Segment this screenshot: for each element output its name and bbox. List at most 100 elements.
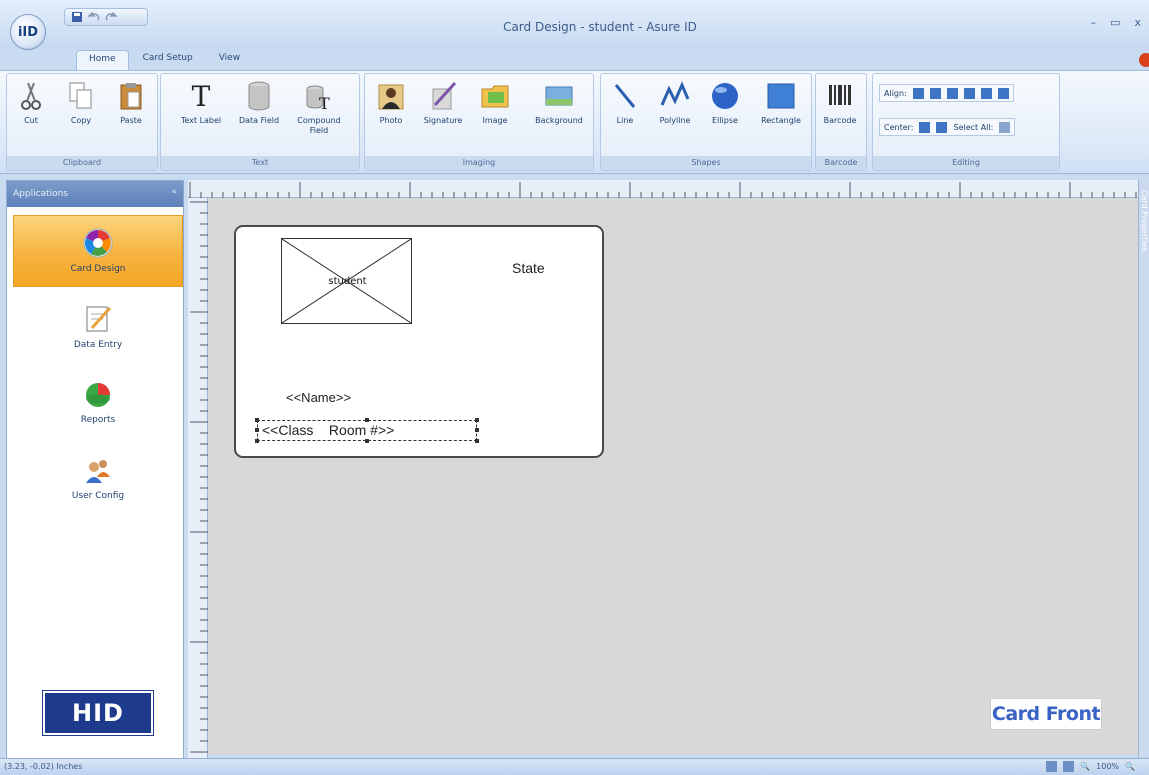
- rectangle-button[interactable]: Rectangle: [753, 80, 809, 126]
- cursor-coordinates[interactable]: (3.23, -0.02) Inches: [4, 762, 82, 771]
- align-top-icon[interactable]: [963, 87, 975, 99]
- text-label-label: Text Label: [180, 116, 222, 125]
- select-all-label[interactable]: Select All:: [953, 123, 993, 132]
- ribbon: Cut Copy Paste Clipboard T Text Label Da…: [0, 70, 1149, 174]
- nav-item-reports[interactable]: Reports: [13, 367, 183, 439]
- data-field-button[interactable]: Data Field: [237, 80, 281, 126]
- clipboard-group-label: Clipboard: [7, 156, 157, 170]
- status-bar: (3.23, -0.02) Inches 🔍 100% 🔍: [0, 758, 1149, 775]
- resize-handle[interactable]: [255, 428, 259, 432]
- cut-button[interactable]: Cut: [9, 80, 53, 126]
- card-front-indicator[interactable]: Card Front: [990, 698, 1102, 730]
- image-label: Image: [482, 116, 508, 125]
- collapse-panel-button[interactable]: «: [171, 187, 177, 197]
- resize-handle[interactable]: [365, 439, 369, 443]
- align-middle-icon[interactable]: [980, 87, 992, 99]
- align-left-icon[interactable]: [912, 87, 924, 99]
- person-photo-icon: [376, 80, 406, 112]
- id-card[interactable]: student State <<Name>> <<Class Room #>>: [234, 225, 604, 458]
- paste-button[interactable]: Paste: [109, 80, 153, 126]
- minimize-button[interactable]: –: [1091, 16, 1097, 29]
- ellipse-icon: [710, 80, 740, 112]
- vertical-ruler: [188, 198, 208, 758]
- close-button[interactable]: x: [1134, 16, 1141, 29]
- compound-field-label: Compound Field: [297, 116, 341, 135]
- ribbon-tabs: Home Card Setup View: [76, 50, 252, 70]
- applications-panel: Applications « Card Design Data Entry Re…: [6, 180, 184, 762]
- resize-handle[interactable]: [255, 418, 259, 422]
- panel-header: Applications: [7, 181, 183, 207]
- barcode-group-label: Barcode: [816, 156, 866, 170]
- paste-label: Paste: [120, 116, 142, 125]
- view-normal-icon[interactable]: [1046, 761, 1058, 772]
- card-properties-strip[interactable]: Card Properties: [1138, 180, 1149, 758]
- ellipse-label: Ellipse: [712, 116, 738, 125]
- maximize-button[interactable]: ▭: [1110, 16, 1120, 29]
- barcode-label: Barcode: [823, 116, 857, 125]
- text-group: T Text Label Data Field T Compound Field…: [160, 73, 360, 171]
- zoom-controls: 🔍 100% 🔍: [1046, 761, 1135, 772]
- barcode-group: Barcode Barcode: [815, 73, 867, 171]
- redo-icon[interactable]: [105, 11, 118, 23]
- undo-icon[interactable]: [87, 11, 100, 23]
- shapes-group-label: Shapes: [601, 156, 811, 170]
- text-label-button[interactable]: T Text Label: [179, 80, 223, 126]
- nav-label-reports: Reports: [80, 415, 116, 425]
- align-center-icon[interactable]: [929, 87, 941, 99]
- polyline-button[interactable]: Polyline: [653, 80, 697, 126]
- resize-handle[interactable]: [475, 418, 479, 422]
- line-icon: [610, 80, 640, 112]
- center-horizontal-icon[interactable]: [919, 121, 931, 133]
- ellipse-button[interactable]: Ellipse: [703, 80, 747, 126]
- barcode-icon: [825, 80, 855, 112]
- align-right-icon[interactable]: [946, 87, 958, 99]
- zoom-level[interactable]: 100%: [1096, 762, 1119, 771]
- barcode-button[interactable]: Barcode: [818, 80, 862, 126]
- svg-text:T: T: [319, 94, 330, 111]
- line-button[interactable]: Line: [603, 80, 647, 126]
- center-vertical-icon[interactable]: [936, 121, 948, 133]
- resize-handle[interactable]: [255, 439, 259, 443]
- card-properties-label: Card Properties: [1140, 190, 1149, 252]
- horizontal-ruler: [188, 180, 1138, 198]
- color-wheel-icon: [83, 228, 113, 258]
- select-all-icon[interactable]: [999, 121, 1011, 133]
- application-button[interactable]: iID: [10, 14, 46, 50]
- tab-view[interactable]: View: [207, 50, 252, 70]
- nav-label-data-entry: Data Entry: [73, 340, 123, 350]
- align-label: Align:: [884, 88, 907, 98]
- center-row: Center: Select All:: [879, 118, 1016, 136]
- nav-item-data-entry[interactable]: Data Entry: [13, 291, 183, 363]
- zoom-out-icon[interactable]: 🔍: [1080, 762, 1090, 771]
- tab-card-setup[interactable]: Card Setup: [131, 50, 205, 70]
- help-icon[interactable]: [1139, 53, 1149, 67]
- zoom-in-icon[interactable]: 🔍: [1125, 762, 1135, 771]
- background-icon: [544, 80, 574, 112]
- rectangle-label: Rectangle: [761, 116, 801, 125]
- compound-field-button[interactable]: T Compound Field: [297, 80, 341, 136]
- nav-label-card-design: Card Design: [70, 264, 126, 274]
- view-layout-icon[interactable]: [1063, 761, 1075, 772]
- design-canvas[interactable]: student State <<Name>> <<Class Room #>> …: [208, 198, 1138, 755]
- align-bottom-icon[interactable]: [997, 87, 1009, 99]
- photo-button[interactable]: Photo: [369, 80, 413, 126]
- nav-item-card-design[interactable]: Card Design: [13, 215, 183, 287]
- signature-button[interactable]: Signature: [421, 80, 465, 126]
- copy-button[interactable]: Copy: [59, 80, 103, 126]
- state-text-label[interactable]: State: [512, 260, 545, 276]
- clipboard-group: Cut Copy Paste Clipboard: [6, 73, 158, 171]
- tab-home[interactable]: Home: [76, 50, 129, 70]
- image-button[interactable]: Image: [473, 80, 517, 126]
- photo-placeholder[interactable]: student: [281, 238, 412, 324]
- nav-item-user-config[interactable]: User Config: [13, 443, 183, 515]
- resize-handle[interactable]: [365, 418, 369, 422]
- save-icon[interactable]: [71, 11, 83, 23]
- name-data-field[interactable]: <<Name>>: [286, 390, 351, 405]
- resize-handle[interactable]: [475, 439, 479, 443]
- background-button[interactable]: Background: [529, 80, 589, 126]
- polyline-label: Polyline: [659, 116, 691, 125]
- data-field-label: Data Field: [238, 116, 280, 125]
- class-room-data-field[interactable]: <<Class Room #>>: [257, 420, 477, 441]
- text-t-icon: T: [191, 79, 211, 113]
- resize-handle[interactable]: [475, 428, 479, 432]
